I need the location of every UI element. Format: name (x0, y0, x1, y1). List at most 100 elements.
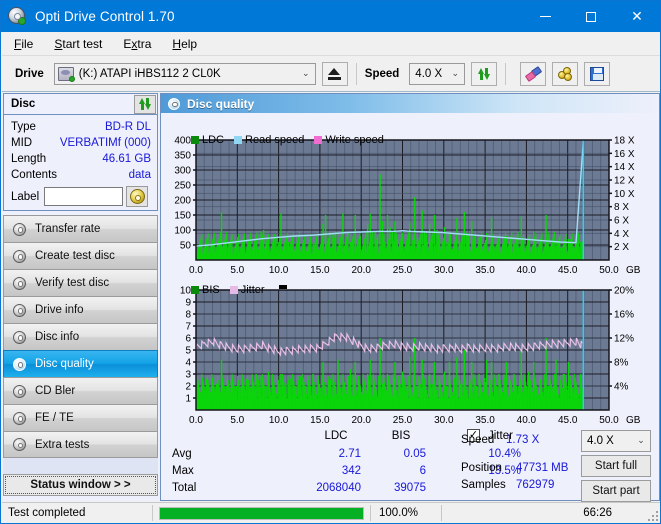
speed-label: Speed (364, 68, 400, 80)
stats-position-label: Position (461, 462, 502, 474)
legend-label: Read speed (245, 134, 305, 146)
stats-speed-label: Speed (461, 434, 495, 446)
stats-header-bis: BIS (391, 430, 411, 442)
stats-panel: LDC BIS ✓ Jitter Avg 2.71 0.05 10.4% Max… (161, 424, 659, 502)
stats-total-bis: 39075 (394, 482, 426, 494)
page-title: Disc quality (187, 96, 255, 111)
disc-row-mid: MID VERBATIMf (000) (11, 135, 151, 151)
chevron-down-icon: ⌄ (637, 436, 645, 446)
chevron-down-icon: ⌄ (451, 69, 460, 79)
sidebar-item-label: Extra tests (35, 438, 90, 451)
menu-start-test[interactable]: Start test (45, 34, 111, 54)
menu-extra[interactable]: Extra (114, 34, 160, 54)
sidebar-item-verify-test-disc[interactable]: Verify test disc (3, 269, 158, 296)
status-window-button[interactable]: Status window > > (3, 474, 158, 496)
disc-row-mid-value: VERBATIMf (000) (59, 137, 151, 149)
disc-label-apply-button[interactable] (126, 186, 149, 207)
test-speed-select[interactable]: 4.0 X ⌄ (581, 430, 651, 452)
sidebar-item-fe-te[interactable]: FE / TE (3, 404, 158, 431)
svg-text:400: 400 (174, 136, 191, 147)
svg-text:18 X: 18 X (614, 136, 635, 147)
erase-button[interactable] (520, 62, 547, 86)
disc-row-length-value: 46.61 GB (102, 153, 151, 165)
menu-help[interactable]: Help (163, 34, 206, 54)
start-part-button[interactable]: Start part (581, 480, 651, 502)
disc-info-rows: Type BD-R DL MID VERBATIMf (000) Length … (4, 115, 157, 207)
disc-label-input[interactable] (44, 187, 124, 206)
bitsetting-button[interactable] (552, 62, 579, 86)
svg-text:16%: 16% (614, 310, 634, 321)
svg-text:1: 1 (185, 394, 191, 405)
refresh-button[interactable] (471, 62, 498, 86)
minimize-button[interactable] (522, 1, 568, 32)
svg-text:4: 4 (185, 358, 191, 369)
disc-row-length: Length 46.61 GB (11, 151, 151, 167)
sidebar-item-disc-info[interactable]: Disc info (3, 323, 158, 350)
start-full-button[interactable]: Start full (581, 455, 651, 477)
svg-text:10: 10 (180, 286, 192, 297)
close-button[interactable]: ✕ (614, 1, 660, 32)
left-panel: Disc Type BD-R DL MID VERBATIMf (000) Le… (2, 93, 159, 501)
eraser-icon (524, 65, 542, 82)
disc-label-key: Label (11, 190, 40, 203)
sidebar-item-disc-quality[interactable]: Disc quality (3, 350, 158, 377)
disc-row-type-key: Type (11, 121, 36, 133)
legend-label: Jitter (240, 284, 265, 296)
disc-row-length-key: Length (11, 153, 47, 165)
svg-text:12%: 12% (614, 334, 634, 345)
sidebar-item-extra-tests[interactable]: Extra tests (3, 431, 158, 458)
stats-speed-value: 1.73 X (506, 434, 540, 446)
sidebar-item-transfer-rate[interactable]: Transfer rate (3, 215, 158, 242)
disc-icon (11, 249, 28, 263)
svg-text:14 X: 14 X (614, 162, 635, 173)
disc-icon (11, 330, 28, 344)
stats-header-ldc: LDC (324, 430, 348, 442)
disc-panel-title: Disc (11, 98, 36, 110)
eject-button[interactable] (321, 62, 348, 86)
svg-text:20.0: 20.0 (351, 265, 371, 276)
svg-text:5: 5 (185, 346, 191, 357)
stats-row-avg-label: Avg (172, 448, 192, 460)
legend-entry: Read speed (234, 134, 304, 146)
disc-icon (11, 303, 28, 317)
drive-select[interactable]: (K:) ATAPI iHBS112 2 CL0K ⌄ (53, 63, 316, 85)
svg-text:20%: 20% (614, 286, 634, 297)
save-button[interactable] (584, 62, 611, 86)
svg-text:4 X: 4 X (614, 229, 629, 240)
svg-text:50: 50 (180, 241, 192, 252)
cd-disc-icon (129, 189, 145, 204)
svg-text:200: 200 (174, 196, 191, 207)
elapsed-time: 66:26 (583, 507, 612, 519)
maximize-button[interactable] (568, 1, 614, 32)
sidebar-item-cd-bler[interactable]: CD Bler (3, 377, 158, 404)
legend-label: LDC (202, 134, 225, 146)
svg-text:2: 2 (185, 382, 191, 393)
svg-text:5.0: 5.0 (230, 265, 244, 276)
svg-text:10.0: 10.0 (269, 265, 289, 276)
sidebar-nav: Transfer rate Create test disc Verify te… (3, 215, 158, 458)
legend-swatch (191, 286, 199, 294)
stats-row-total-label: Total (172, 482, 197, 494)
eject-icon (328, 68, 342, 80)
progress-percent-label: 100.0% (379, 507, 419, 519)
svg-text:10 X: 10 X (614, 189, 635, 200)
sidebar-item-drive-info[interactable]: Drive info (3, 296, 158, 323)
resize-grip[interactable] (646, 509, 658, 521)
speed-select[interactable]: 4.0 X ⌄ (409, 63, 466, 85)
sidebar-item-label: Drive info (35, 304, 84, 316)
test-speed-select-value: 4.0 X (587, 435, 614, 447)
svg-text:4%: 4% (614, 382, 629, 393)
menu-file[interactable]: File (5, 34, 42, 54)
svg-text:25.0: 25.0 (393, 265, 413, 276)
sidebar-item-create-test-disc[interactable]: Create test disc (3, 242, 158, 269)
disc-refresh-button[interactable] (134, 94, 156, 114)
disc-row-type-value: BD-R DL (104, 121, 151, 133)
svg-text:50.0: 50.0 (599, 265, 619, 276)
svg-text:3: 3 (185, 370, 191, 381)
legend-marker-icon (278, 285, 287, 289)
disc-row-mid-key: MID (11, 137, 33, 149)
svg-text:12 X: 12 X (614, 176, 635, 187)
svg-text:8 X: 8 X (614, 202, 629, 213)
sidebar-item-label: Disc quality (35, 358, 94, 370)
main-panel-header: Disc quality (161, 94, 659, 113)
